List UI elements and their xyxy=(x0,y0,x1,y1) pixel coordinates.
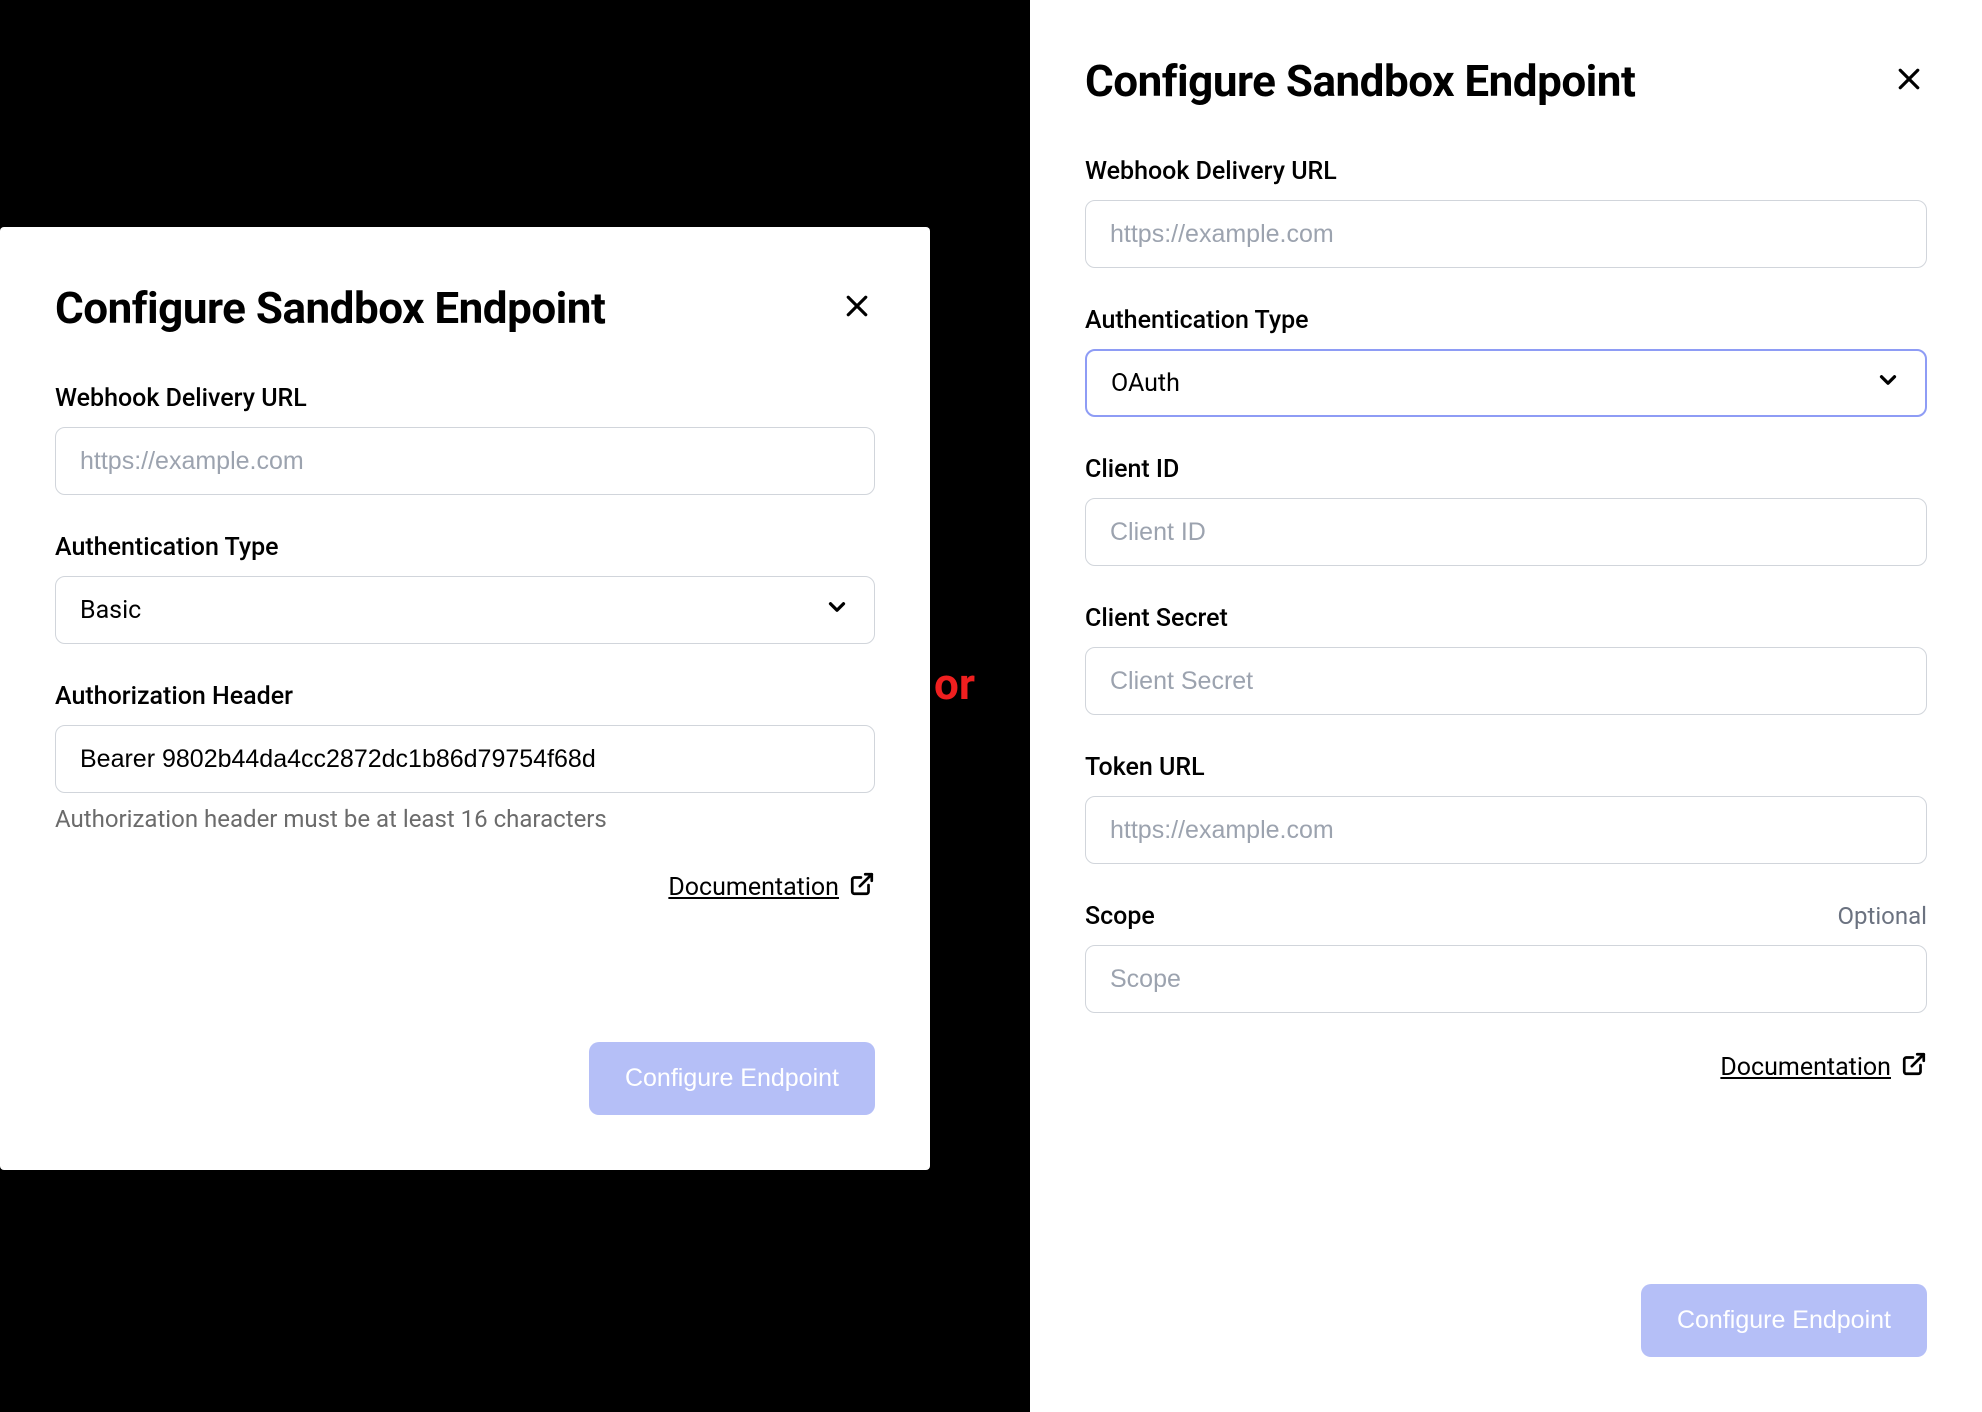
documentation-label: Documentation xyxy=(668,873,839,902)
close-icon xyxy=(842,291,872,325)
scope-optional-tag: Optional xyxy=(1837,902,1927,930)
chevron-down-icon xyxy=(1875,367,1901,400)
dialog-title: Configure Sandbox Endpoint xyxy=(55,282,605,334)
scope-label: Scope xyxy=(1085,902,1155,931)
webhook-url-input[interactable] xyxy=(55,427,875,495)
configure-endpoint-dialog-oauth: Configure Sandbox Endpoint Webhook Deliv… xyxy=(1030,0,1982,1412)
configure-endpoint-dialog-basic: Configure Sandbox Endpoint Webhook Deliv… xyxy=(0,227,930,1170)
configure-endpoint-button[interactable]: Configure Endpoint xyxy=(1641,1284,1927,1357)
close-button[interactable] xyxy=(839,290,875,326)
dialog-title: Configure Sandbox Endpoint xyxy=(1085,55,1635,107)
client-id-input[interactable] xyxy=(1085,498,1927,566)
token-url-label: Token URL xyxy=(1085,753,1205,782)
webhook-url-field: Webhook Delivery URL xyxy=(55,384,875,495)
documentation-link[interactable]: Documentation xyxy=(668,871,875,904)
documentation-label: Documentation xyxy=(1720,1053,1891,1082)
close-icon xyxy=(1894,64,1924,98)
chevron-down-icon xyxy=(824,594,850,627)
dialog-header: Configure Sandbox Endpoint xyxy=(55,282,875,334)
auth-type-field: Authentication Type Basic xyxy=(55,533,875,644)
auth-type-field: Authentication Type OAuth xyxy=(1085,306,1927,417)
webhook-url-field: Webhook Delivery URL xyxy=(1085,157,1927,268)
auth-type-select[interactable]: Basic xyxy=(55,576,875,644)
token-url-input[interactable] xyxy=(1085,796,1927,864)
auth-type-value: OAuth xyxy=(1111,369,1180,398)
token-url-field: Token URL xyxy=(1085,753,1927,864)
webhook-url-label: Webhook Delivery URL xyxy=(1085,157,1337,186)
scope-input[interactable] xyxy=(1085,945,1927,1013)
external-link-icon xyxy=(849,871,875,904)
auth-type-select[interactable]: OAuth xyxy=(1085,349,1927,417)
auth-header-helper: Authorization header must be at least 16… xyxy=(55,805,875,833)
client-id-field: Client ID xyxy=(1085,455,1927,566)
dialog-footer: Configure Endpoint xyxy=(1641,1284,1927,1357)
or-separator: or xyxy=(934,658,975,710)
webhook-url-input[interactable] xyxy=(1085,200,1927,268)
auth-type-value: Basic xyxy=(80,596,141,625)
dialog-header: Configure Sandbox Endpoint xyxy=(1085,55,1927,107)
close-button[interactable] xyxy=(1891,63,1927,99)
auth-header-label: Authorization Header xyxy=(55,682,293,711)
auth-type-label: Authentication Type xyxy=(55,533,279,562)
dialog-footer: Configure Endpoint xyxy=(589,1042,875,1115)
client-id-label: Client ID xyxy=(1085,455,1179,484)
client-secret-label: Client Secret xyxy=(1085,604,1228,633)
documentation-link[interactable]: Documentation xyxy=(1720,1051,1927,1084)
external-link-icon xyxy=(1901,1051,1927,1084)
documentation-row: Documentation xyxy=(1085,1051,1927,1084)
client-secret-field: Client Secret xyxy=(1085,604,1927,715)
auth-header-field: Authorization Header Authorization heade… xyxy=(55,682,875,833)
configure-endpoint-button[interactable]: Configure Endpoint xyxy=(589,1042,875,1115)
auth-type-label: Authentication Type xyxy=(1085,306,1309,335)
client-secret-input[interactable] xyxy=(1085,647,1927,715)
webhook-url-label: Webhook Delivery URL xyxy=(55,384,307,413)
auth-header-input[interactable] xyxy=(55,725,875,793)
documentation-row: Documentation xyxy=(55,871,875,904)
scope-field: Scope Optional xyxy=(1085,902,1927,1013)
